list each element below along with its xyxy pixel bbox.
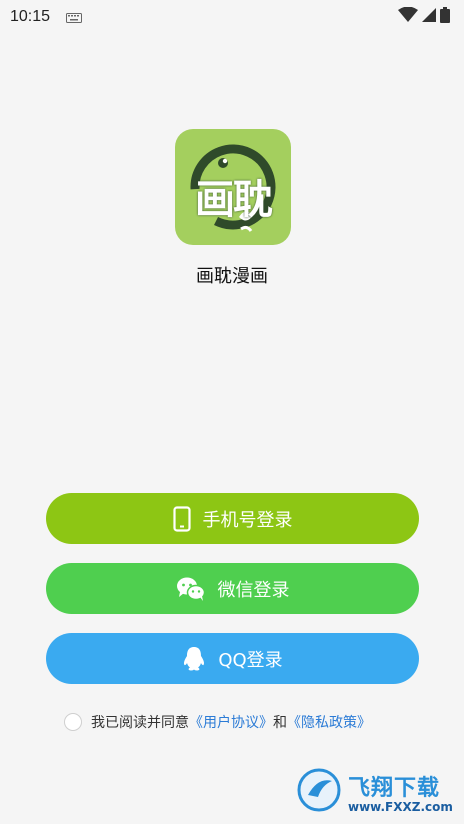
qq-penguin-icon (182, 646, 206, 672)
user-agreement-link[interactable]: 《用户协议》 (189, 712, 273, 732)
phone-login-button[interactable]: 手机号登录 (46, 493, 419, 544)
watermark-logo-icon (296, 767, 342, 817)
app-name: 画耽漫画 (196, 266, 268, 287)
agreement-row: 我已阅读并同意 《用户协议》 和 《隐私政策》 (64, 711, 371, 733)
phone-icon (172, 505, 191, 532)
logo-text: 画耽 (195, 176, 273, 223)
wechat-login-label: 微信登录 (217, 579, 290, 601)
wechat-login-button[interactable]: 微信登录 (46, 563, 419, 614)
phone-login-label: 手机号登录 (202, 509, 293, 531)
wechat-icon (176, 576, 206, 602)
qq-login-label: QQ登录 (218, 649, 283, 671)
keyboard-icon (66, 8, 83, 27)
wifi-icon (398, 6, 418, 27)
qq-login-button[interactable]: QQ登录 (46, 633, 419, 684)
watermark-title: 飞翔下载 (348, 776, 441, 801)
battery-icon (440, 7, 450, 27)
privacy-policy-link[interactable]: 《隐私政策》 (287, 712, 371, 732)
agreement-conjunction: 和 (273, 715, 287, 731)
agreement-prefix: 我已阅读并同意 (91, 715, 189, 731)
status-time: 10:15 (10, 8, 51, 25)
cellular-signal-icon (422, 7, 436, 27)
site-watermark: 飞翔下载 www.FXXZ.com (296, 764, 456, 820)
watermark-url: www.FXXZ.com (348, 800, 453, 814)
status-bar: 10:15 (0, 0, 464, 34)
agreement-checkbox[interactable] (64, 713, 82, 731)
app-logo: 画耽 (175, 129, 291, 245)
